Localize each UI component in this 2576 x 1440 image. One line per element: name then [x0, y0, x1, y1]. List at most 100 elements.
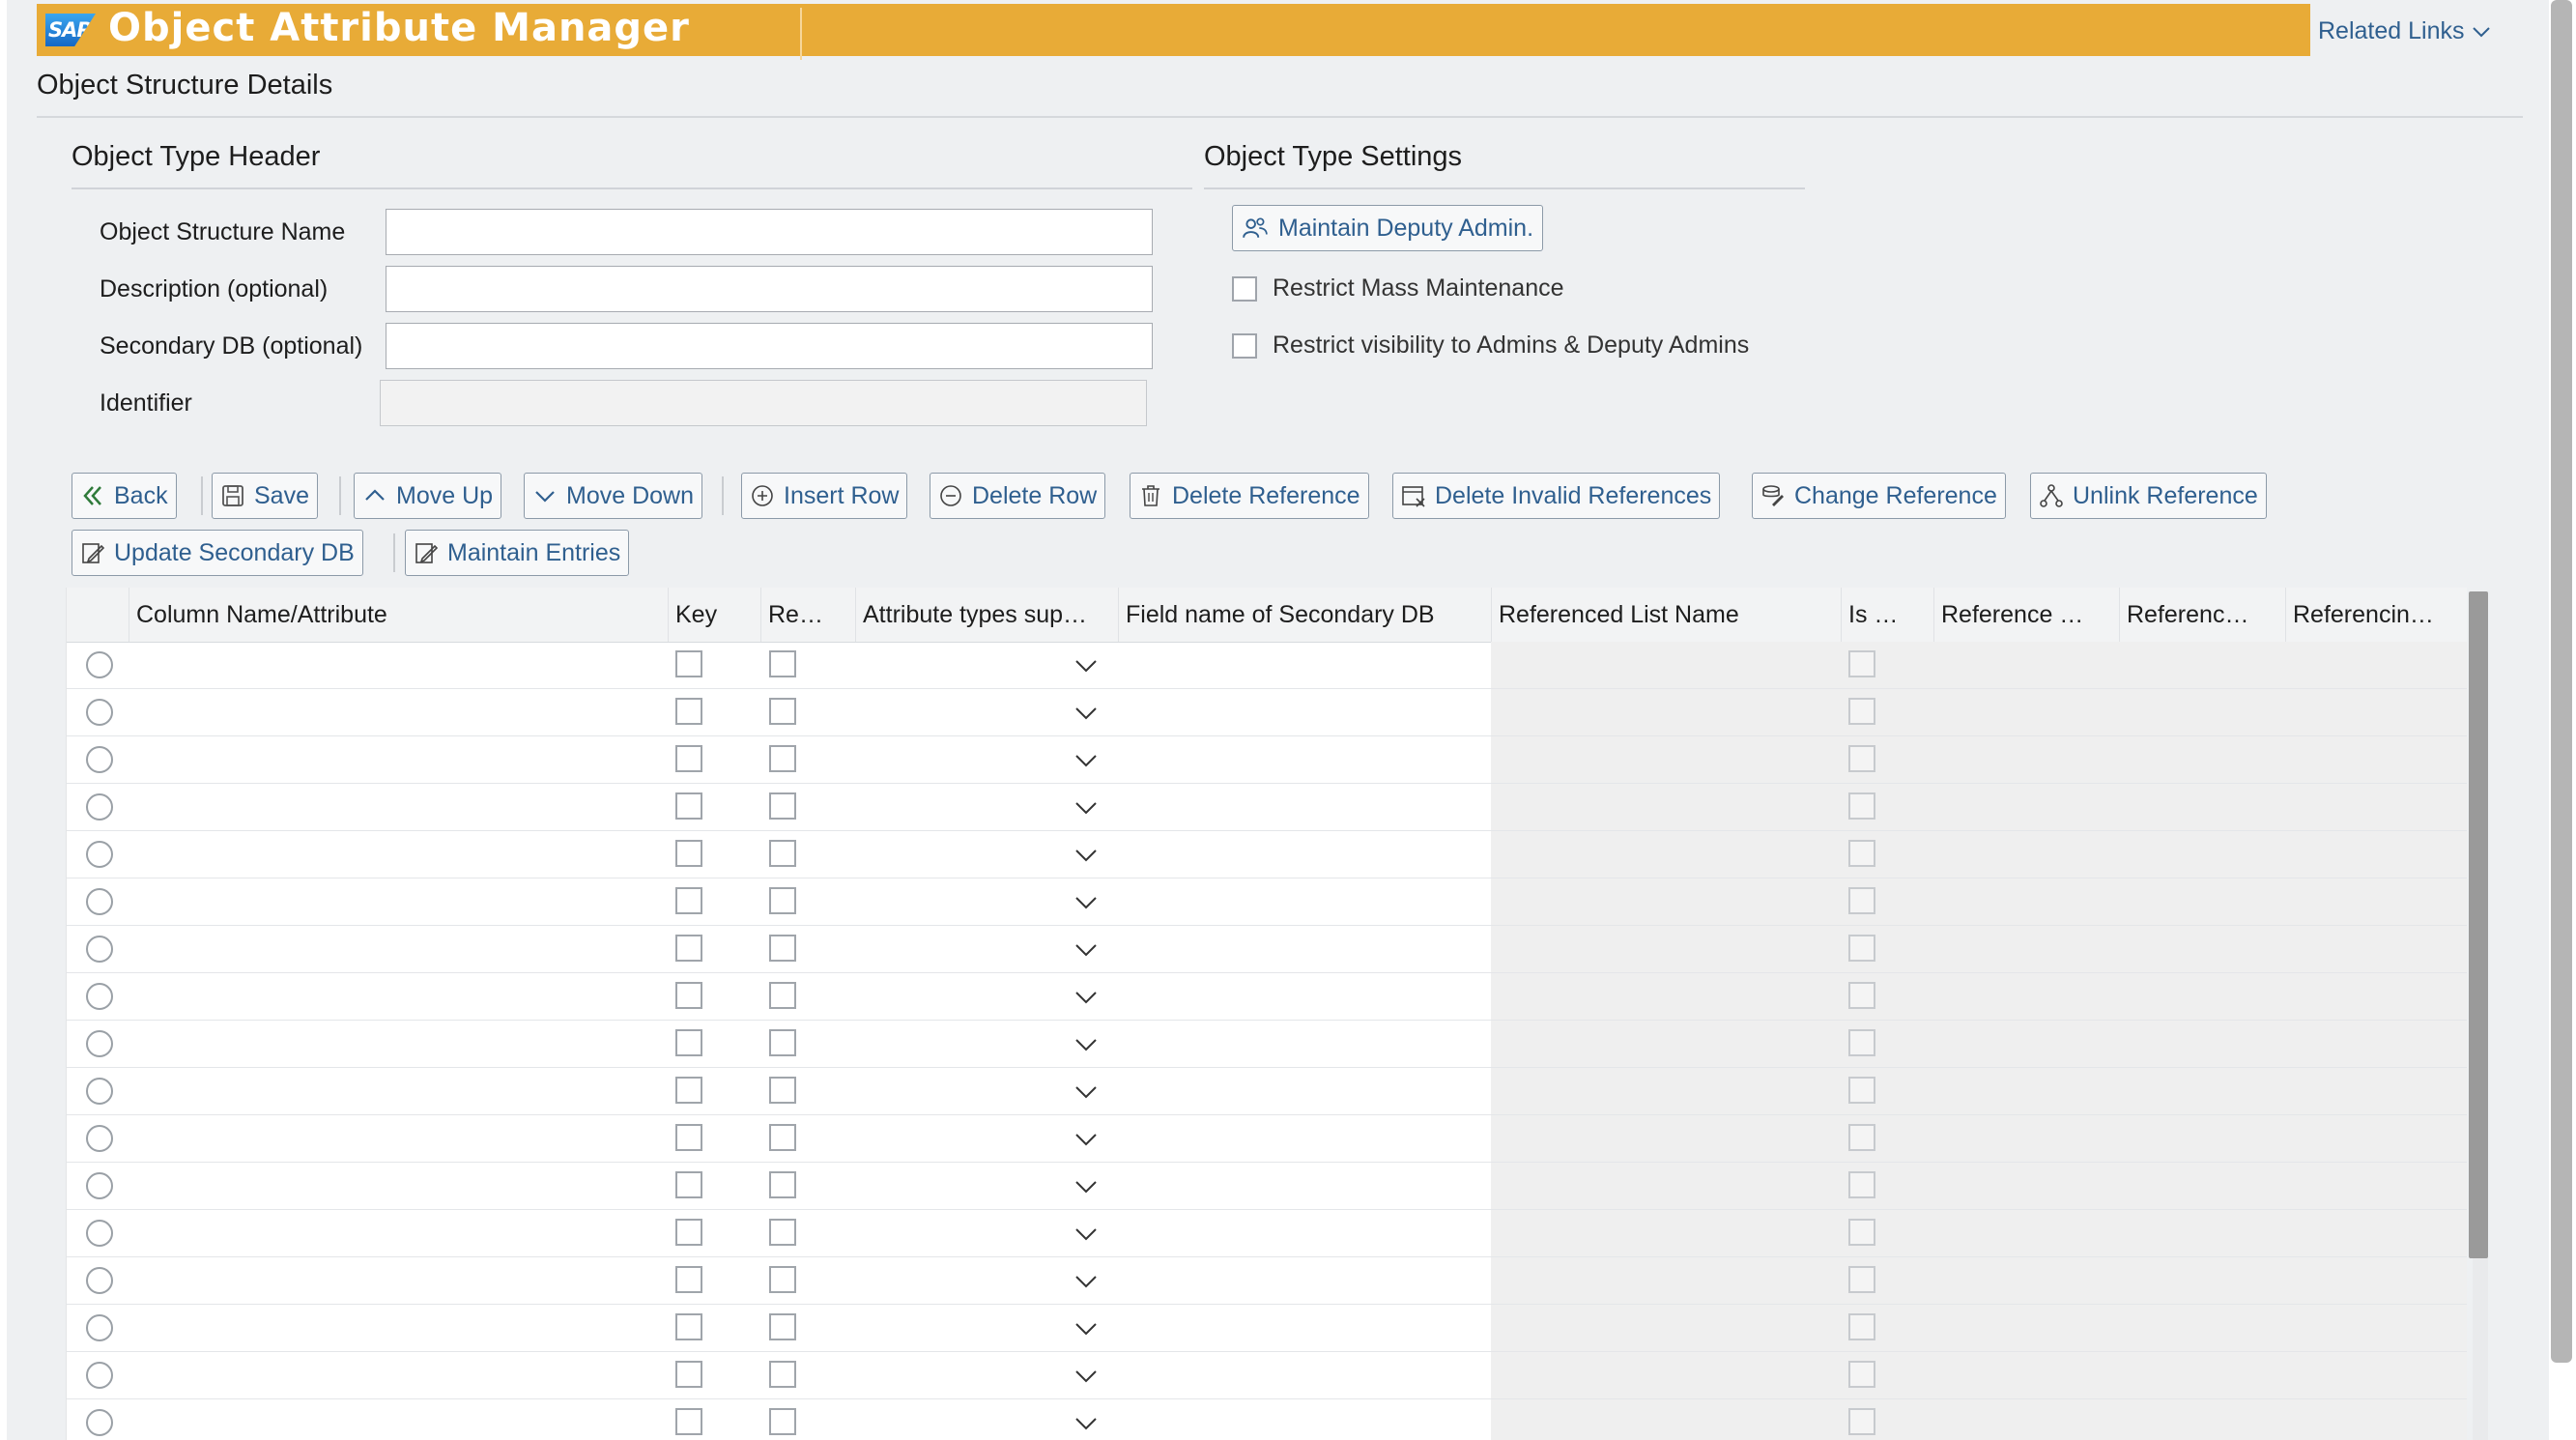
row-select-radio[interactable]	[86, 793, 113, 821]
key-checkbox[interactable]	[675, 1219, 702, 1246]
row-select-radio[interactable]	[86, 1125, 113, 1152]
secondary-db-input[interactable]	[386, 323, 1153, 369]
header-referenced-list-name[interactable]: Referenced List Name	[1491, 588, 1841, 642]
unlink-reference-button[interactable]: Unlink Reference	[2030, 473, 2267, 519]
key-checkbox[interactable]	[675, 650, 702, 677]
move-down-button[interactable]: Move Down	[524, 473, 702, 519]
re-checkbox[interactable]	[769, 1219, 796, 1246]
restrict-visibility-checkbox[interactable]	[1232, 332, 1257, 359]
insert-row-button[interactable]: Insert Row	[741, 473, 908, 519]
secondary-db-field-cell[interactable]	[1118, 1399, 1491, 1440]
table-row[interactable]	[67, 642, 2467, 689]
chevron-down-icon[interactable]	[1073, 701, 1099, 726]
key-checkbox[interactable]	[675, 698, 702, 725]
chevron-down-icon[interactable]	[1073, 985, 1099, 1010]
table-row[interactable]	[67, 1021, 2467, 1068]
table-row[interactable]	[67, 1399, 2467, 1440]
chevron-down-icon[interactable]	[1073, 795, 1099, 821]
key-checkbox[interactable]	[675, 982, 702, 1009]
re-checkbox[interactable]	[769, 887, 796, 914]
header-is[interactable]: Is …	[1841, 588, 1933, 642]
delete-invalid-references-button[interactable]: Delete Invalid References	[1392, 473, 1721, 519]
table-row[interactable]	[67, 784, 2467, 831]
move-up-button[interactable]: Move Up	[354, 473, 502, 519]
row-select-radio[interactable]	[86, 1172, 113, 1199]
maintain-entries-button[interactable]: Maintain Entries	[405, 530, 630, 576]
column-name-cell[interactable]	[129, 1257, 668, 1304]
re-checkbox[interactable]	[769, 1077, 796, 1104]
table-row[interactable]	[67, 1068, 2467, 1115]
back-button[interactable]: Back	[72, 473, 177, 519]
chevron-down-icon[interactable]	[1073, 890, 1099, 915]
related-links-menu[interactable]: Related Links	[2318, 17, 2493, 45]
chevron-down-icon[interactable]	[1073, 653, 1099, 678]
secondary-db-field-cell[interactable]	[1118, 1115, 1491, 1162]
save-button[interactable]: Save	[212, 473, 318, 519]
re-checkbox[interactable]	[769, 698, 796, 725]
column-name-cell[interactable]	[129, 642, 668, 688]
secondary-db-field-cell[interactable]	[1118, 1257, 1491, 1304]
secondary-db-field-cell[interactable]	[1118, 878, 1491, 925]
re-checkbox[interactable]	[769, 792, 796, 820]
secondary-db-field-cell[interactable]	[1118, 1210, 1491, 1256]
column-name-cell[interactable]	[129, 1305, 668, 1351]
table-row[interactable]	[67, 831, 2467, 878]
header-field-name-secondary-db[interactable]: Field name of Secondary DB	[1118, 588, 1491, 642]
secondary-db-field-cell[interactable]	[1118, 1068, 1491, 1114]
key-checkbox[interactable]	[675, 792, 702, 820]
column-name-cell[interactable]	[129, 1163, 668, 1209]
re-checkbox[interactable]	[769, 840, 796, 867]
column-name-cell[interactable]	[129, 831, 668, 878]
row-select-radio[interactable]	[86, 746, 113, 773]
table-row[interactable]	[67, 1163, 2467, 1210]
row-select-radio[interactable]	[86, 983, 113, 1010]
row-select-radio[interactable]	[86, 699, 113, 726]
key-checkbox[interactable]	[675, 1361, 702, 1388]
secondary-db-field-cell[interactable]	[1118, 736, 1491, 783]
delete-reference-button[interactable]: Delete Reference	[1130, 473, 1369, 519]
header-reference[interactable]: Reference …	[1933, 588, 2119, 642]
table-row[interactable]	[67, 1257, 2467, 1305]
column-name-cell[interactable]	[129, 973, 668, 1020]
column-name-cell[interactable]	[129, 1115, 668, 1162]
secondary-db-field-cell[interactable]	[1118, 642, 1491, 688]
row-select-radio[interactable]	[86, 936, 113, 963]
column-name-cell[interactable]	[129, 878, 668, 925]
row-select-radio[interactable]	[86, 1267, 113, 1294]
header-column-name[interactable]: Column Name/Attribute	[129, 588, 668, 642]
column-name-cell[interactable]	[129, 1352, 668, 1398]
header-key[interactable]: Key	[668, 588, 760, 642]
secondary-db-field-cell[interactable]	[1118, 1305, 1491, 1351]
header-referenc[interactable]: Referenc…	[2119, 588, 2285, 642]
table-row[interactable]	[67, 689, 2467, 736]
row-select-radio[interactable]	[86, 651, 113, 678]
row-select-radio[interactable]	[86, 1362, 113, 1389]
key-checkbox[interactable]	[675, 745, 702, 772]
re-checkbox[interactable]	[769, 1124, 796, 1151]
header-attribute-types[interactable]: Attribute types sup…	[855, 588, 1118, 642]
restrict-mass-maintenance-option[interactable]: Restrict Mass Maintenance	[1232, 274, 1564, 302]
row-select-radio[interactable]	[86, 888, 113, 915]
chevron-down-icon[interactable]	[1073, 1032, 1099, 1057]
chevron-down-icon[interactable]	[1073, 1080, 1099, 1105]
column-name-cell[interactable]	[129, 784, 668, 830]
column-name-cell[interactable]	[129, 926, 668, 972]
chevron-down-icon[interactable]	[1073, 748, 1099, 773]
re-checkbox[interactable]	[769, 935, 796, 962]
table-row[interactable]	[67, 878, 2467, 926]
key-checkbox[interactable]	[675, 1171, 702, 1198]
key-checkbox[interactable]	[675, 1029, 702, 1056]
table-row[interactable]	[67, 736, 2467, 784]
key-checkbox[interactable]	[675, 935, 702, 962]
change-reference-button[interactable]: Change Reference	[1752, 473, 2006, 519]
chevron-down-icon[interactable]	[1073, 843, 1099, 868]
table-scrollbar-thumb[interactable]	[2469, 591, 2488, 1258]
key-checkbox[interactable]	[675, 1313, 702, 1340]
column-name-cell[interactable]	[129, 689, 668, 735]
row-select-radio[interactable]	[86, 1078, 113, 1105]
re-checkbox[interactable]	[769, 1029, 796, 1056]
row-select-radio[interactable]	[86, 841, 113, 868]
column-name-cell[interactable]	[129, 1210, 668, 1256]
re-checkbox[interactable]	[769, 1408, 796, 1435]
re-checkbox[interactable]	[769, 1171, 796, 1198]
